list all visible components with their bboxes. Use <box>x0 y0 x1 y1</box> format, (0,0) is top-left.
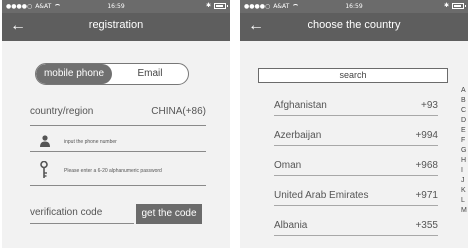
country-code: +93 <box>421 100 438 111</box>
tab-mobile-phone[interactable]: mobile phone <box>36 64 112 84</box>
country-name: Albania <box>274 220 308 231</box>
status-bar-right: ✱ <box>443 2 466 9</box>
verification-code-field[interactable]: verification code <box>30 202 134 224</box>
page-title: choose the country <box>307 19 401 31</box>
get-code-button[interactable]: get the code <box>136 204 202 224</box>
index-letter[interactable]: C <box>461 106 468 116</box>
country-region-value: CHINA(+86) <box>151 106 206 117</box>
password-field[interactable]: Please enter a 6-20 alphanumeric passwor… <box>30 158 206 186</box>
index-letter[interactable]: B <box>461 96 468 106</box>
country-region-label: country/region <box>30 106 94 117</box>
status-bar: ●●●●○ A&AT 16:59 ✱ <box>2 0 230 13</box>
index-letter[interactable]: J <box>461 176 468 186</box>
country-name: Oman <box>274 160 302 171</box>
country-code: +994 <box>415 130 438 141</box>
phone-number-field[interactable]: input the phone number <box>30 130 206 152</box>
country-region-selector[interactable]: country/region CHINA(+86) <box>30 100 206 126</box>
country-code: +355 <box>415 220 438 231</box>
phone-number-placeholder: input the phone number <box>64 139 117 145</box>
status-time: 16:59 <box>107 3 125 10</box>
index-letter[interactable]: E <box>461 126 468 136</box>
country-list-item[interactable]: Albania +355 <box>274 212 438 236</box>
country-code: +968 <box>415 160 438 171</box>
index-letter[interactable]: K <box>461 186 468 196</box>
country-name: United Arab Emirates <box>274 190 369 201</box>
country-code: +971 <box>415 190 438 201</box>
index-letter[interactable]: H <box>461 156 468 166</box>
status-bar: ●●●●○ A&AT 16:59 ✱ <box>240 0 468 13</box>
page-title: registration <box>88 19 144 31</box>
alphabet-index[interactable]: A B C D E F G H I J K L M <box>461 86 468 216</box>
index-letter[interactable]: D <box>461 116 468 126</box>
nav-bar: ← registration <box>2 13 230 41</box>
index-letter[interactable]: F <box>461 136 468 146</box>
password-placeholder: Please enter a 6-20 alphanumeric passwor… <box>64 168 162 174</box>
key-icon <box>40 161 48 178</box>
index-letter[interactable]: A <box>461 86 468 96</box>
battery-icon <box>214 2 228 9</box>
country-list-item[interactable]: United Arab Emirates +971 <box>274 182 438 206</box>
country-name: Azerbaijan <box>274 130 322 141</box>
registration-type-toggle: mobile phone Email <box>35 63 189 85</box>
nav-bar: ← choose the country <box>240 13 468 41</box>
bluetooth-icon: ✱ <box>205 2 211 9</box>
battery-icon <box>452 2 466 9</box>
index-letter[interactable]: M <box>461 206 468 216</box>
verification-code-label: verification code <box>30 207 103 218</box>
country-list-item[interactable]: Azerbaijan +994 <box>274 122 438 146</box>
choose-country-screen: ●●●●○ A&AT 16:59 ✱ ← choose the country … <box>240 0 468 248</box>
person-icon <box>40 135 50 147</box>
registration-screen: ●●●●○ A&AT 16:59 ✱ ← registration mobile… <box>2 0 230 248</box>
index-letter[interactable]: G <box>461 146 468 156</box>
status-bar-right: ✱ <box>205 2 228 9</box>
search-input[interactable]: search <box>258 68 448 83</box>
index-letter[interactable]: L <box>461 196 468 206</box>
bluetooth-icon: ✱ <box>443 2 449 9</box>
country-name: Afghanistan <box>274 100 327 111</box>
tab-email[interactable]: Email <box>112 64 188 84</box>
index-letter[interactable]: I <box>461 166 468 176</box>
status-time: 16:59 <box>345 3 363 10</box>
country-list-item[interactable]: Oman +968 <box>274 152 438 176</box>
country-list-item[interactable]: Afghanistan +93 <box>274 92 438 116</box>
